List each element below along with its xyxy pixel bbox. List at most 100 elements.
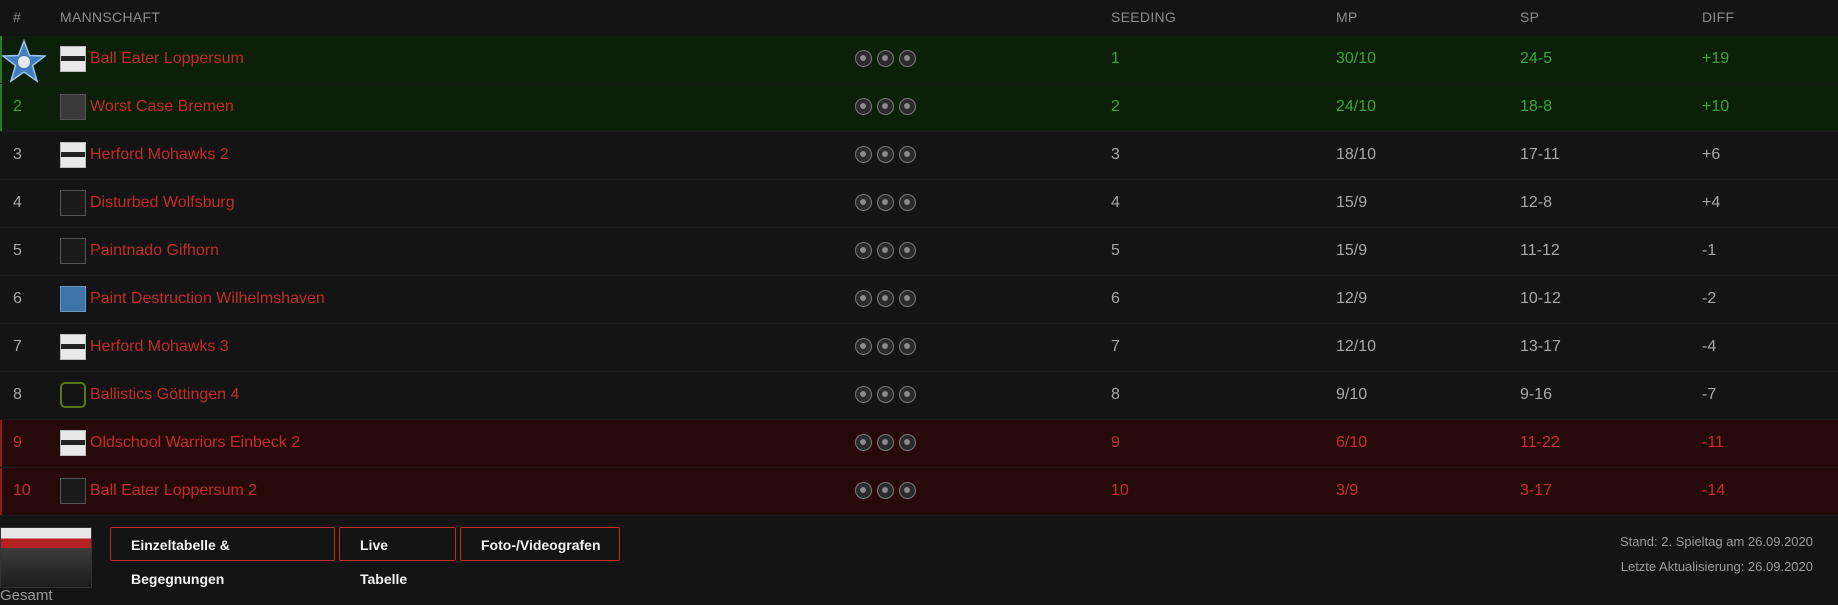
diff-cell: -2 xyxy=(1702,290,1717,307)
team-icon[interactable] xyxy=(877,50,894,67)
team-icon[interactable] xyxy=(877,290,894,307)
table-row[interactable]: 7 Herford Mohawks 3 7 12/10 13-17 -4 xyxy=(0,324,1838,372)
seeding-cell: 7 xyxy=(1111,338,1120,355)
bird-icon[interactable] xyxy=(899,242,916,259)
bird-icon[interactable] xyxy=(899,194,916,211)
sp-cell: 24-5 xyxy=(1520,50,1553,67)
sp-cell: 9-16 xyxy=(1520,386,1553,403)
team-action-icons xyxy=(855,50,916,67)
team-icon[interactable] xyxy=(877,98,894,115)
mp-cell: 3/9 xyxy=(1336,482,1359,499)
team-name-link[interactable]: Oldschool Warriors Einbeck 2 xyxy=(90,434,300,452)
sp-cell: 11-12 xyxy=(1520,242,1560,259)
bird-icon[interactable] xyxy=(899,434,916,451)
history-icon[interactable] xyxy=(855,146,872,163)
bird-icon[interactable] xyxy=(899,146,916,163)
table-row[interactable]: 8 Ballistics Göttingen 4 8 9/10 9-16 -7 xyxy=(0,372,1838,420)
seeding-cell: 5 xyxy=(1111,242,1120,259)
team-action-icons xyxy=(855,194,916,211)
history-icon[interactable] xyxy=(855,386,872,403)
table-row[interactable]: 10 Ball Eater Loppersum 2 10 3/9 3-17 -14 xyxy=(0,468,1838,516)
einzeltabelle-button[interactable]: Einzeltabelle & Begegnungen xyxy=(110,527,335,587)
team-icon[interactable] xyxy=(877,242,894,259)
diff-cell: +10 xyxy=(1702,98,1730,115)
team-logo xyxy=(60,238,86,264)
history-icon[interactable] xyxy=(855,50,872,67)
header-seeding: SEEDING xyxy=(1111,9,1177,25)
fotografen-button[interactable]: Foto-/Videografen xyxy=(460,527,620,561)
team-name-link[interactable]: Paint Destruction Wilhelmshaven xyxy=(90,290,325,308)
bird-icon[interactable] xyxy=(899,98,916,115)
bird-icon[interactable] xyxy=(899,338,916,355)
header-sp: SP xyxy=(1520,9,1540,25)
team-logo xyxy=(60,382,86,408)
mp-cell: 30/10 xyxy=(1336,50,1377,67)
live-tabelle-button[interactable]: Live Tabelle xyxy=(339,527,456,587)
table-row[interactable]: 2 Worst Case Bremen 2 24/10 18-8 +10 xyxy=(0,84,1838,132)
team-name-link[interactable]: Worst Case Bremen xyxy=(90,98,234,116)
team-icon[interactable] xyxy=(877,146,894,163)
stand-text: Stand: 2. Spieltag am 26.09.2020 xyxy=(1620,534,1813,549)
thumbnail-label: Gesamt xyxy=(0,587,53,604)
seeding-cell: 1 xyxy=(1111,50,1120,67)
champion-star-icon xyxy=(2,39,46,83)
team-name-link[interactable]: Herford Mohawks 2 xyxy=(90,146,229,164)
history-icon[interactable] xyxy=(855,98,872,115)
team-action-icons xyxy=(855,482,916,499)
table-row[interactable]: 3 Herford Mohawks 2 3 18/10 17-11 +6 xyxy=(0,132,1838,180)
seeding-cell: 9 xyxy=(1111,434,1120,451)
standings-table: # MANNSCHAFT SEEDING MP SP DIFF Ball Eat… xyxy=(0,0,1838,516)
mp-cell: 6/10 xyxy=(1336,434,1368,451)
mp-cell: 15/9 xyxy=(1336,242,1368,259)
team-logo xyxy=(60,142,86,168)
updated-text: Letzte Aktualisierung: 26.09.2020 xyxy=(1620,559,1813,574)
sp-cell: 11-22 xyxy=(1520,434,1560,451)
table-row[interactable]: 5 Paintnado Gifhorn 5 15/9 11-12 -1 xyxy=(0,228,1838,276)
history-icon[interactable] xyxy=(855,194,872,211)
team-name-link[interactable]: Ball Eater Loppersum xyxy=(90,50,244,68)
rank-cell: 4 xyxy=(13,194,22,211)
seeding-cell: 10 xyxy=(1111,482,1129,499)
team-icon[interactable] xyxy=(877,194,894,211)
rank-cell: 7 xyxy=(13,338,22,355)
diff-cell: -14 xyxy=(1702,482,1726,499)
team-name-link[interactable]: Herford Mohawks 3 xyxy=(90,338,229,356)
bird-icon[interactable] xyxy=(899,50,916,67)
history-icon[interactable] xyxy=(855,482,872,499)
season-thumbnail[interactable] xyxy=(0,527,92,588)
history-icon[interactable] xyxy=(855,338,872,355)
team-icon[interactable] xyxy=(877,434,894,451)
table-row[interactable]: Ball Eater Loppersum 1 30/10 24-5 +19 xyxy=(0,36,1838,84)
mp-cell: 12/10 xyxy=(1336,338,1377,355)
bird-icon[interactable] xyxy=(899,482,916,499)
rank-cell: 8 xyxy=(13,386,22,403)
diff-cell: -1 xyxy=(1702,242,1717,259)
team-action-icons xyxy=(855,242,916,259)
bird-icon[interactable] xyxy=(899,386,916,403)
team-name-link[interactable]: Ball Eater Loppersum 2 xyxy=(90,482,257,500)
team-logo xyxy=(60,190,86,216)
header-team: MANNSCHAFT xyxy=(60,9,161,25)
team-icon[interactable] xyxy=(877,482,894,499)
sp-cell: 3-17 xyxy=(1520,482,1553,499)
header-mp: MP xyxy=(1336,9,1358,25)
history-icon[interactable] xyxy=(855,242,872,259)
table-row[interactable]: 9 Oldschool Warriors Einbeck 2 9 6/10 11-22 -… xyxy=(0,420,1838,468)
team-icon[interactable] xyxy=(877,386,894,403)
table-row[interactable]: 6 Paint Destruction Wilhelmshaven 6 12/9 10-… xyxy=(0,276,1838,324)
rank-cell: 2 xyxy=(13,98,22,115)
team-action-icons xyxy=(855,338,916,355)
team-action-icons xyxy=(855,146,916,163)
history-icon[interactable] xyxy=(855,290,872,307)
bird-icon[interactable] xyxy=(899,290,916,307)
team-icon[interactable] xyxy=(877,338,894,355)
team-name-link[interactable]: Disturbed Wolfsburg xyxy=(90,194,235,212)
table-row[interactable]: 4 Disturbed Wolfsburg 4 15/9 12-8 +4 xyxy=(0,180,1838,228)
seeding-cell: 4 xyxy=(1111,194,1120,211)
sp-cell: 17-11 xyxy=(1520,146,1560,163)
rank-cell: 6 xyxy=(13,290,22,307)
diff-cell: +4 xyxy=(1702,194,1721,211)
history-icon[interactable] xyxy=(855,434,872,451)
team-name-link[interactable]: Paintnado Gifhorn xyxy=(90,242,219,260)
team-name-link[interactable]: Ballistics Göttingen 4 xyxy=(90,386,239,404)
